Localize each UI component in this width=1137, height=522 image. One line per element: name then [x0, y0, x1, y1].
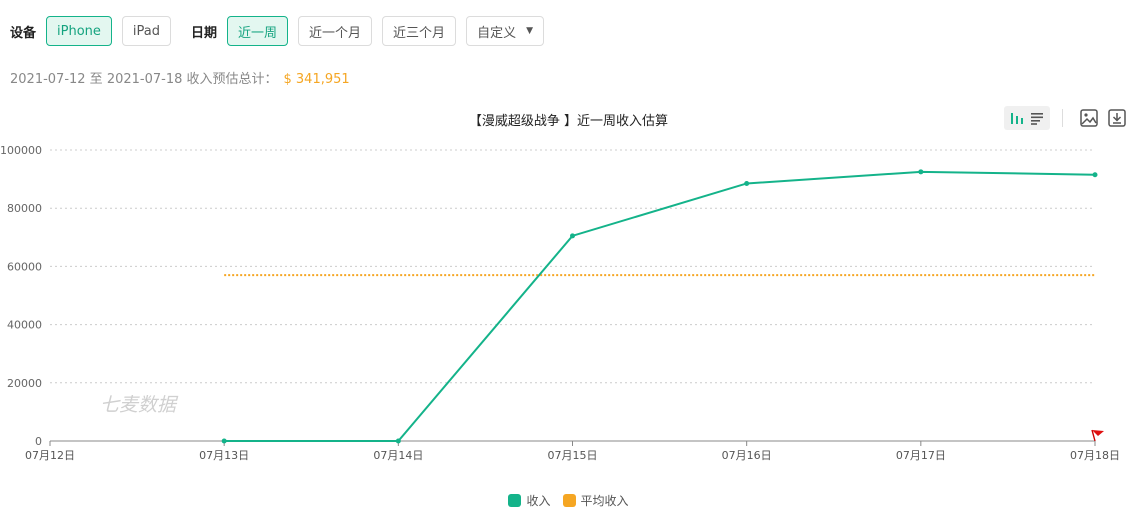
x-tick-label: 07月13日: [199, 449, 249, 462]
y-tick-label: 20000: [7, 377, 42, 390]
x-axis: 07月12日 07月13日 07月14日 07月15日 07月16日 07月17日 07月1…: [25, 440, 1120, 462]
y-axis: 0 20000 40000 60000 80000 100000: [0, 144, 42, 448]
y-tick-label: 40000: [7, 319, 42, 332]
income-data-point: [1092, 172, 1098, 178]
x-tick-label: 07月17日: [896, 449, 946, 462]
x-tick-label: 07月12日: [25, 449, 75, 462]
x-tick-label: 07月15日: [548, 449, 598, 462]
series-layer: [221, 169, 1098, 444]
income-data-point: [918, 169, 924, 175]
y-tick-label: 0: [35, 435, 42, 448]
income-data-point: [570, 233, 575, 239]
x-tick-label: 07月16日: [722, 449, 772, 462]
income-data-point: [395, 438, 401, 444]
legend-swatch-average: [562, 494, 576, 507]
x-tick-label: 07月18日: [1070, 449, 1120, 462]
y-tick-label: 60000: [7, 260, 42, 273]
legend-item-income[interactable]: 收入: [508, 492, 551, 509]
revenue-line-chart: 0 20000 40000 60000 80000 100000 07月12日 07月13日…: [0, 144, 1120, 462]
income-data-point: [744, 180, 750, 186]
y-tick-label: 80000: [7, 202, 42, 215]
y-tick-label: 100000: [0, 144, 42, 157]
legend-swatch-income: [508, 494, 522, 507]
income-data-point: [221, 438, 227, 444]
legend-label-average: 平均收入: [580, 494, 629, 508]
x-tick-label: 07月14日: [373, 449, 423, 462]
legend-item-average[interactable]: 平均收入: [562, 492, 629, 509]
flag-icon: [1091, 429, 1104, 442]
chart-legend: 收入 平均收入: [0, 492, 1137, 509]
legend-label-income: 收入: [526, 494, 551, 508]
income-line: [224, 170, 1096, 442]
watermark-text: 七麦数据: [100, 394, 179, 416]
grid-lines: [50, 149, 1095, 384]
